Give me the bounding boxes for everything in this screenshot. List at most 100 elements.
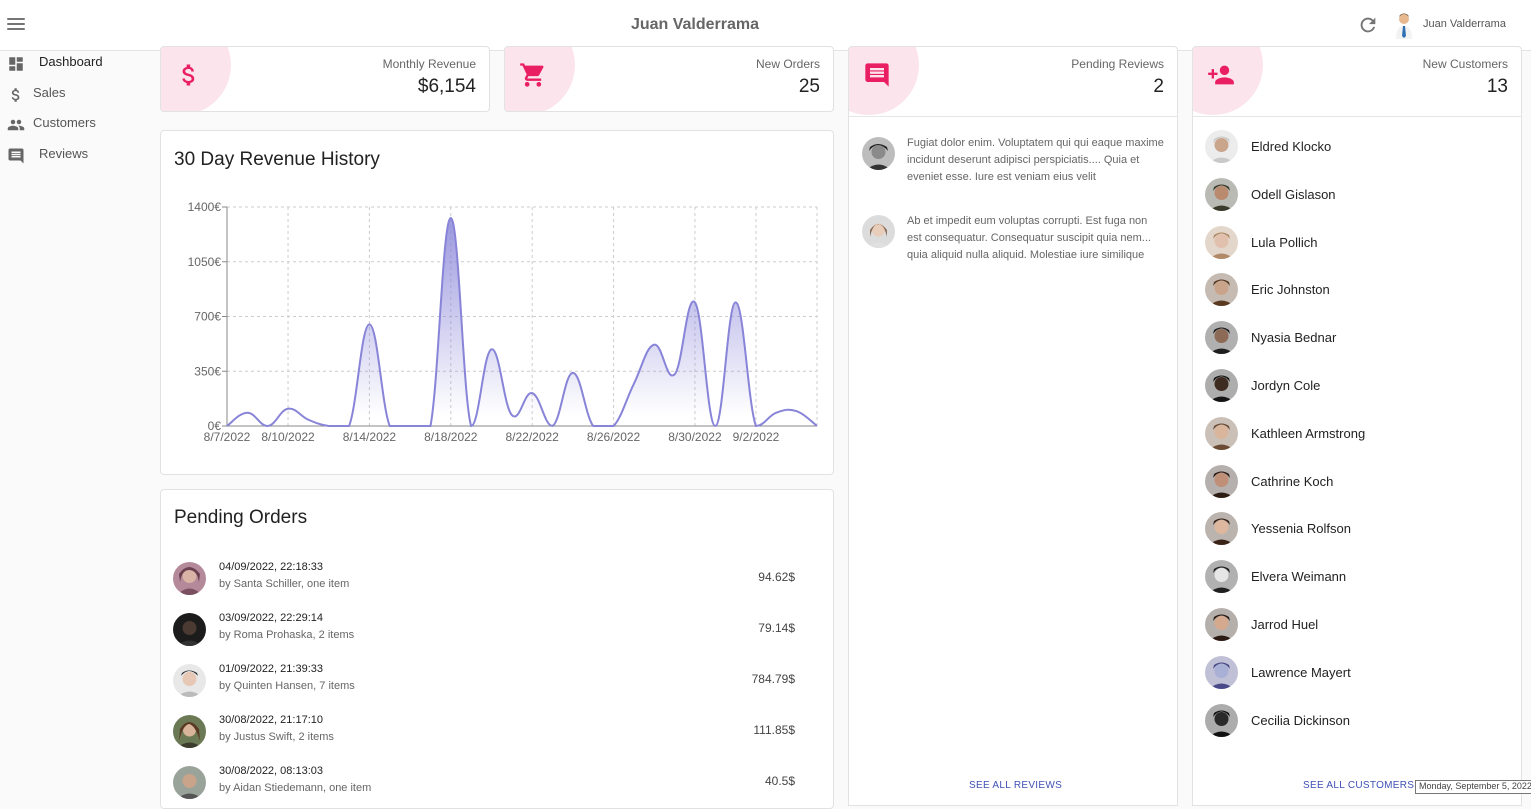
customer-item[interactable]: Nyasia Bednar <box>1205 321 1505 361</box>
customer-item[interactable]: Lula Pollich <box>1205 225 1505 266</box>
x-tick-label: 8/26/2022 <box>587 430 641 444</box>
order-row[interactable]: 04/09/2022, 22:18:33 by Santa Schiller, … <box>173 560 809 604</box>
order-date: 30/08/2022, 21:17:10 <box>219 714 323 726</box>
avatar <box>1205 273 1238 307</box>
customer-name: Odell Gislason <box>1251 186 1336 202</box>
customer-item[interactable]: Cathrine Koch <box>1205 464 1505 505</box>
y-tick-label: 1050€ <box>188 255 222 269</box>
sidebar: Dashboard Sales Customers Reviews <box>0 51 150 173</box>
review-text: Ab et impedit eum voluptas corrupti. Est… <box>907 215 1151 261</box>
customer-name: Jordyn Cole <box>1251 378 1321 393</box>
customer-name: Lawrence Mayert <box>1251 664 1351 680</box>
dashboard-icon <box>9 57 23 71</box>
people-icon <box>7 119 25 131</box>
comment-icon <box>8 148 24 163</box>
order-date: 01/09/2022, 21:39:33 <box>219 663 323 675</box>
refresh-icon[interactable] <box>1357 14 1379 36</box>
avatar <box>173 562 206 595</box>
customer-name: Nyasia Bednar <box>1251 330 1337 346</box>
avatar <box>173 766 206 799</box>
order-amount: 784.79$ <box>751 672 795 686</box>
order-date: 04/09/2022, 22:18:33 <box>219 561 323 573</box>
customer-item[interactable]: Jarrod Huel <box>1205 608 1505 648</box>
customer-item[interactable]: Kathleen Armstrong <box>1205 416 1505 457</box>
sidebar-item-reviews[interactable]: Reviews <box>0 143 150 174</box>
avatar <box>1205 560 1238 594</box>
order-row[interactable]: 03/09/2022, 22:29:14 by Roma Prohaska, 2… <box>173 611 809 655</box>
sidebar-item-customers[interactable]: Customers <box>0 112 150 143</box>
customer-item[interactable]: Jordyn Cole <box>1205 369 1505 409</box>
avatar <box>1205 655 1238 689</box>
customer-item[interactable]: Elvera Weimann <box>1205 560 1505 600</box>
y-tick-label: 350€ <box>194 364 221 378</box>
stat-label: Pending Reviews <box>1071 57 1164 71</box>
review-item[interactable]: Fugiat dolor enim. Voluptatem qui qui ea… <box>862 135 1167 195</box>
customer-item[interactable]: Yessenia Rolfson <box>1205 512 1505 552</box>
review-item[interactable]: Ab et impedit eum voluptas corrupti. Est… <box>862 213 1167 273</box>
customer-name: Lula Pollich <box>1251 234 1318 250</box>
pending-orders-title: Pending Orders <box>174 507 308 528</box>
order-customer: by Quinten Hansen, 7 items <box>219 680 355 692</box>
customer-name: Kathleen Armstrong <box>1251 425 1366 441</box>
new-customers-card: New Customers 13 Eldred Klocko Odell Gisl… <box>1192 46 1522 806</box>
customer-item[interactable]: Lawrence Mayert <box>1205 655 1505 696</box>
person-add-icon <box>1208 65 1234 85</box>
sidebar-item-label: Dashboard <box>39 54 103 69</box>
avatar <box>1205 608 1238 641</box>
x-tick-label: 8/7/2022 <box>204 430 251 444</box>
sidebar-item-dashboard[interactable]: Dashboard <box>0 51 150 82</box>
comment-icon <box>865 63 889 87</box>
avatar <box>173 664 206 697</box>
avatar <box>862 215 895 248</box>
order-row[interactable]: 01/09/2022, 21:39:33 by Quinten Hansen, … <box>173 662 809 706</box>
avatar <box>862 137 895 170</box>
customer-name: Cathrine Koch <box>1251 473 1334 489</box>
see-all-customers-link[interactable]: SEE ALL CUSTOMERS <box>1303 780 1414 791</box>
avatar <box>173 613 206 646</box>
stat-value: 2 <box>1153 76 1164 97</box>
monthly-revenue-card[interactable]: Monthly Revenue $6,154 <box>160 46 490 112</box>
y-tick-label: 700€ <box>194 310 221 324</box>
app-bar: Juan Valderrama Juan Valderrama <box>0 0 1531 51</box>
customer-name: Eric Johnston <box>1251 282 1330 298</box>
review-text: Fugiat dolor enim. Voluptatem qui qui ea… <box>907 137 1164 183</box>
sidebar-item-label: Reviews <box>39 145 89 161</box>
avatar[interactable] <box>1394 12 1414 39</box>
avatar <box>1205 321 1238 355</box>
order-customer: by Roma Prohaska, 2 items <box>219 629 355 641</box>
stat-value: $6,154 <box>417 76 476 97</box>
avatar <box>1205 416 1238 450</box>
revenue-area <box>227 217 817 426</box>
revenue-chart: 0€350€700€1050€1400€8/7/2022 8/10/2022 8/1… <box>188 200 818 444</box>
order-row[interactable]: 30/08/2022, 21:17:10 by Justus Swift, 2 … <box>173 713 809 757</box>
x-tick-label: 8/14/2022 <box>343 430 397 444</box>
customer-name: Eldred Klocko <box>1251 139 1332 154</box>
stat-value: 25 <box>798 76 820 97</box>
avatar <box>1205 369 1238 402</box>
order-row[interactable]: 30/08/2022, 08:13:03 by Aidan Stiedemann… <box>173 764 809 808</box>
pending-reviews-header[interactable]: Pending Reviews 2 <box>849 47 1177 117</box>
x-tick-label: 8/30/2022 <box>668 430 722 444</box>
customer-item[interactable]: Odell Gislason <box>1205 177 1505 218</box>
customer-item[interactable]: Eldred Klocko <box>1205 130 1505 170</box>
stat-value: 13 <box>1486 76 1508 97</box>
revenue-chart-card: 30 Day Revenue History 0€ 350€ 700€ 1050€ 14… <box>160 130 834 475</box>
see-all-reviews-link[interactable]: SEE ALL REVIEWS <box>969 780 1062 791</box>
new-orders-card[interactable]: New Orders 25 <box>504 46 834 112</box>
avatar <box>1205 703 1238 737</box>
customer-item[interactable]: Eric Johnston <box>1205 273 1505 313</box>
customer-name: Jarrod Huel <box>1251 617 1319 632</box>
order-customer: by Justus Swift, 2 items <box>219 731 334 743</box>
app-title: Juan Valderrama <box>630 16 760 33</box>
order-amount: 111.85$ <box>753 723 795 737</box>
user-name[interactable]: Juan Valderrama <box>1423 18 1506 30</box>
order-amount: 40.5$ <box>764 774 795 788</box>
stat-label: Monthly Revenue <box>382 57 476 71</box>
sidebar-item-sales[interactable]: Sales <box>0 82 150 113</box>
x-tick-label: 8/10/2022 <box>261 430 315 444</box>
new-customers-header[interactable]: New Customers 13 <box>1193 47 1521 117</box>
customer-item[interactable]: Cecilia Dickinson <box>1205 703 1505 744</box>
avatar <box>1205 225 1238 259</box>
avatar <box>1205 130 1238 163</box>
sidebar-item-label: Customers <box>33 115 96 130</box>
